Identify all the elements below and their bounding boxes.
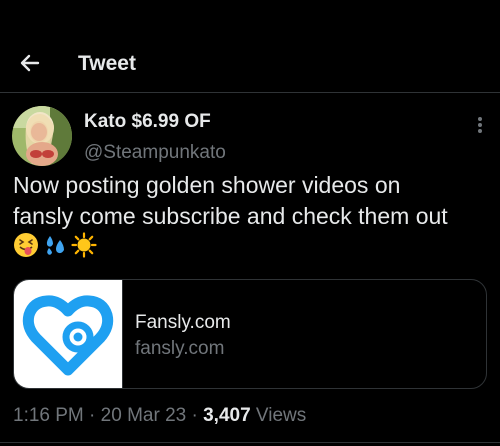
sun-emoji — [71, 232, 97, 258]
link-card-title: Fansly.com — [135, 312, 231, 333]
squinting-face-tongue-emoji — [13, 232, 39, 258]
link-card-domain: fansly.com — [135, 338, 225, 359]
more-vertical-icon — [478, 123, 482, 127]
tweet-time[interactable]: 1:16 PM — [13, 405, 84, 426]
more-vertical-icon — [478, 129, 482, 133]
tweet-emojis — [13, 232, 133, 260]
tweet-text: Now posting golden shower videos on fans… — [13, 170, 493, 232]
author-handle[interactable]: @Steampunkato — [84, 141, 226, 165]
more-options-button[interactable] — [470, 113, 490, 137]
link-preview-card[interactable]: Fansly.com fansly.com — [13, 279, 487, 389]
fansly-heart-logo — [22, 295, 114, 376]
divider — [0, 442, 500, 443]
arrow-left-icon — [20, 54, 40, 72]
meta-separator: · — [186, 405, 204, 426]
meta-separator: · — [83, 405, 101, 426]
profile-photo — [12, 106, 72, 166]
back-button[interactable] — [17, 50, 43, 76]
tweet-meta: 1:16 PM · 20 Mar 23 · 3,407 Views — [13, 404, 306, 428]
sweat-droplets-emoji — [42, 232, 68, 258]
top-bar: Tweet — [0, 0, 500, 93]
author-display-name[interactable]: Kato $6.99 OF — [84, 110, 211, 134]
tweet-text-line: fansly come subscribe and check them out — [13, 203, 448, 229]
page-title: Tweet — [78, 52, 136, 75]
views-count: 3,407 — [203, 405, 251, 426]
link-card-thumbnail — [14, 280, 123, 388]
avatar[interactable] — [12, 106, 72, 166]
more-vertical-icon — [478, 117, 482, 121]
views-label: Views — [250, 405, 307, 426]
tweet-date[interactable]: 20 Mar 23 — [101, 405, 187, 426]
tweet-text-line: Now posting golden shower videos on — [13, 172, 401, 198]
